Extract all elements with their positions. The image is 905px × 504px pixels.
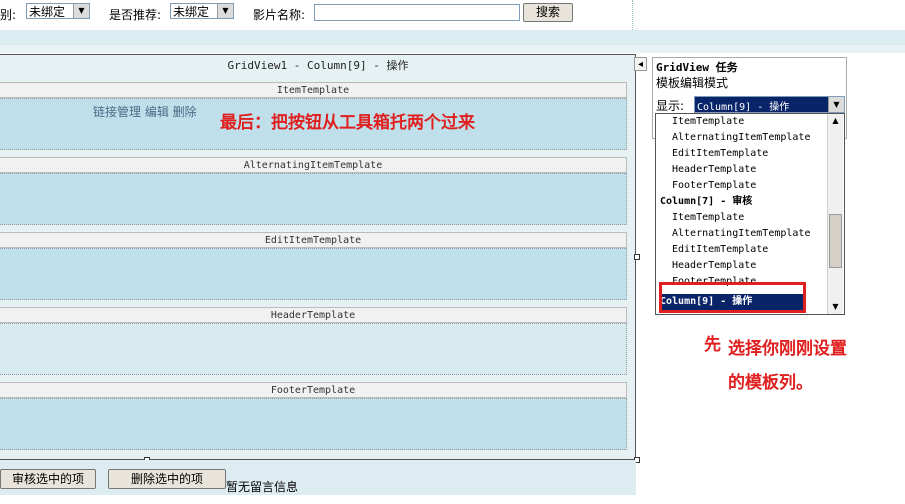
annotation-first-line1: 选择你刚刚设置 (728, 339, 847, 359)
annotation-first-prefix: 先 (704, 335, 721, 355)
category-label: 别: (0, 8, 17, 22)
empty-message: 暂无留言信息 (226, 480, 299, 494)
scroll-thumb[interactable] (829, 214, 842, 268)
dropdown-scrollbar[interactable]: ▲ ▼ (827, 114, 843, 314)
delete-selected-button[interactable]: 删除选中的项 (108, 469, 226, 489)
footer-template-body[interactable] (0, 398, 627, 450)
dropdown-item[interactable]: FooterTemplate (672, 178, 756, 194)
edit-template-header: EditItemTemplate (0, 232, 627, 248)
recommend-label: 是否推荐: (109, 8, 162, 22)
collapse-arrow-icon[interactable]: ◂ (634, 57, 647, 71)
approve-selected-button[interactable]: 审核选中的项 (0, 469, 96, 489)
chevron-down-icon: ▼ (217, 4, 233, 18)
edit-template-body[interactable] (0, 248, 627, 300)
search-button[interactable]: 搜索 (523, 3, 573, 22)
dropdown-item[interactable]: ItemTemplate (672, 210, 744, 226)
display-select[interactable]: Column[9] - 操作 ▼ (694, 96, 845, 113)
dropdown-item[interactable]: AlternatingItemTemplate (672, 130, 810, 146)
display-value: Column[9] - 操作 (697, 102, 790, 113)
selection-highlight-box (659, 282, 806, 313)
gridview-header: GridView1 - Column[9] - 操作 (227, 59, 409, 72)
recommend-value: 未绑定 (173, 5, 210, 19)
tasks-subtitle: 模板编辑模式 (656, 76, 729, 90)
alternating-template-header: AlternatingItemTemplate (0, 157, 627, 173)
annotation-last-step: 最后：把按钮从工具箱托两个过来 (220, 113, 475, 133)
dropdown-item[interactable]: HeaderTemplate (672, 258, 756, 274)
scroll-up-icon[interactable]: ▲ (829, 114, 842, 128)
scroll-down-icon[interactable]: ▼ (829, 300, 842, 314)
dropdown-item[interactable]: ItemTemplate (672, 114, 744, 130)
header-template-body[interactable] (0, 323, 627, 375)
display-label: 显示: (656, 99, 685, 113)
header-stripe (0, 30, 905, 45)
footer-template-header: FooterTemplate (0, 382, 627, 398)
header-template-header: HeaderTemplate (0, 307, 627, 323)
dropdown-item[interactable]: EditItemTemplate (672, 146, 768, 162)
dropdown-item[interactable]: AlternatingItemTemplate (672, 226, 810, 242)
dropdown-item[interactable]: EditItemTemplate (672, 242, 768, 258)
movie-name-label: 影片名称: (253, 8, 306, 22)
category-select[interactable]: 未绑定 ▼ (26, 3, 90, 19)
recommend-select[interactable]: 未绑定 ▼ (170, 3, 234, 19)
dropdown-item[interactable]: HeaderTemplate (672, 162, 756, 178)
chevron-down-icon: ▼ (73, 4, 89, 18)
annotation-first-line2: 的模板列。 (728, 373, 813, 393)
alternating-template-body[interactable] (0, 173, 627, 225)
chevron-down-icon: ▼ (828, 97, 844, 112)
resize-handle-right[interactable] (634, 254, 640, 260)
item-template-header: ItemTemplate (0, 82, 627, 98)
tasks-title: GridView 任务 (656, 61, 738, 74)
dropdown-group[interactable]: Column[7] - 审核 (660, 194, 752, 210)
category-value: 未绑定 (29, 5, 66, 19)
item-links[interactable]: 链接管理 编辑 删除 (93, 103, 197, 120)
movie-name-input[interactable] (314, 4, 520, 21)
header-stripe-2 (0, 45, 905, 53)
divider (632, 0, 633, 30)
